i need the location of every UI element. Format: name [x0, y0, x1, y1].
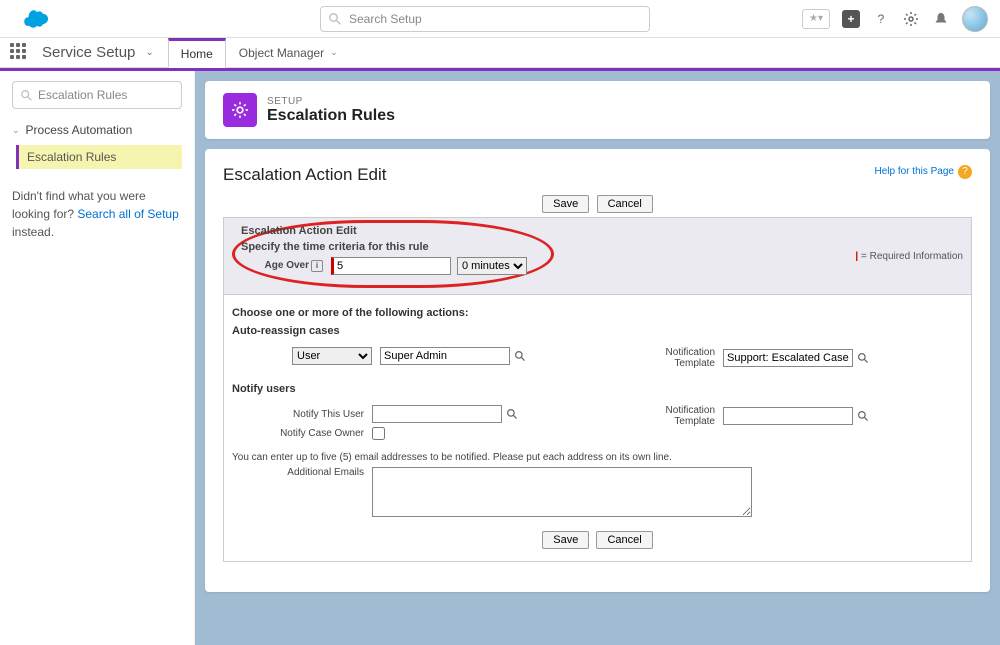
- sidebar-filter-input[interactable]: Escalation Rules: [12, 81, 182, 109]
- header-actions: ★▾ + ?: [802, 6, 988, 32]
- notification-template-label: Notification Template: [623, 347, 723, 369]
- tree-item-escalation-rules[interactable]: Escalation Rules: [16, 145, 182, 169]
- search-icon: [329, 13, 341, 25]
- info-icon[interactable]: i: [311, 260, 323, 272]
- search-icon: [21, 90, 32, 101]
- context-bar: Service Setup ⌄ Home Object Manager⌄: [0, 38, 1000, 68]
- gear-icon: [223, 93, 257, 127]
- button-row-bottom: Save Cancel: [232, 531, 963, 549]
- age-over-unit-select[interactable]: 0 minutes: [457, 257, 527, 275]
- notification-template-input-2[interactable]: [723, 407, 853, 425]
- salesforce-logo: [20, 7, 54, 31]
- avatar[interactable]: [962, 6, 988, 32]
- help-icon[interactable]: ?: [872, 10, 890, 28]
- cancel-button[interactable]: Cancel: [597, 195, 653, 213]
- setup-title: Escalation Rules: [267, 107, 395, 125]
- favorites-button[interactable]: ★▾: [802, 9, 830, 29]
- age-over-input[interactable]: [331, 257, 451, 275]
- tab-home[interactable]: Home: [168, 38, 226, 68]
- additional-emails-textarea[interactable]: [372, 467, 752, 517]
- chevron-down-icon: ⌄: [12, 125, 20, 136]
- app-name: Service Setup: [42, 44, 135, 61]
- required-info: | = Required Information: [855, 251, 963, 262]
- main-content: SETUP Escalation Rules Help for this Pag…: [195, 71, 1000, 645]
- auto-reassign-label: Auto-reassign cases: [232, 325, 963, 337]
- help-link[interactable]: Help for this Page?: [875, 165, 973, 179]
- sidebar: Escalation Rules ⌄ Process Automation Es…: [0, 71, 195, 645]
- lookup-icon[interactable]: [856, 409, 870, 423]
- bell-icon[interactable]: [932, 10, 950, 28]
- help-icon: ?: [958, 165, 972, 179]
- notification-template-input[interactable]: [723, 349, 853, 367]
- page-title: Escalation Action Edit: [223, 165, 972, 185]
- main-layout: Escalation Rules ⌄ Process Automation Es…: [0, 71, 1000, 645]
- app-launcher-icon[interactable]: [10, 43, 30, 63]
- user-type-select[interactable]: User: [292, 347, 372, 365]
- section-title: Escalation Action Edit: [241, 225, 357, 237]
- search-placeholder: Search Setup: [349, 12, 422, 26]
- global-add-button[interactable]: +: [842, 10, 860, 28]
- button-row-top: Save Cancel: [223, 195, 972, 213]
- no-results-text: Didn't find what you were looking for? S…: [12, 187, 182, 241]
- notify-this-user-input[interactable]: [372, 405, 502, 423]
- user-lookup-input[interactable]: [380, 347, 510, 365]
- save-button-bottom[interactable]: Save: [542, 531, 589, 549]
- search-all-link[interactable]: Search all of Setup: [77, 207, 178, 221]
- setup-breadcrumb: SETUP: [267, 96, 395, 107]
- section-header: Escalation Action Edit Specify the time …: [223, 217, 972, 295]
- time-criteria-label: Specify the time criteria for this rule: [241, 241, 429, 253]
- notify-case-owner-checkbox[interactable]: [372, 427, 385, 440]
- notify-users-label: Notify users: [232, 383, 963, 395]
- notify-case-owner-label: Notify Case Owner: [232, 428, 372, 439]
- global-search[interactable]: Search Setup: [320, 6, 650, 32]
- cancel-button-bottom[interactable]: Cancel: [596, 531, 652, 549]
- chevron-down-icon[interactable]: ⌄: [145, 47, 153, 58]
- section-body: Choose one or more of the following acti…: [223, 295, 972, 562]
- body-card: Help for this Page? Escalation Action Ed…: [205, 149, 990, 592]
- age-over-label: Age Overi: [241, 260, 331, 272]
- emails-note: You can enter up to five (5) email addre…: [232, 452, 963, 463]
- choose-actions-label: Choose one or more of the following acti…: [232, 307, 963, 319]
- setup-header-card: SETUP Escalation Rules: [205, 81, 990, 139]
- gear-icon[interactable]: [902, 10, 920, 28]
- lookup-icon[interactable]: [856, 351, 870, 365]
- tree-node-process-automation[interactable]: ⌄ Process Automation: [12, 123, 182, 137]
- notification-template-label-2: Notification Template: [623, 405, 723, 427]
- save-button[interactable]: Save: [542, 195, 589, 213]
- chevron-down-icon: ⌄: [330, 47, 338, 58]
- global-header: Search Setup ★▾ + ?: [0, 0, 1000, 38]
- tab-object-manager[interactable]: Object Manager⌄: [226, 38, 351, 68]
- additional-emails-label: Additional Emails: [232, 467, 372, 478]
- notify-this-user-label: Notify This User: [232, 409, 372, 420]
- lookup-icon[interactable]: [505, 407, 519, 421]
- lookup-icon[interactable]: [513, 349, 527, 363]
